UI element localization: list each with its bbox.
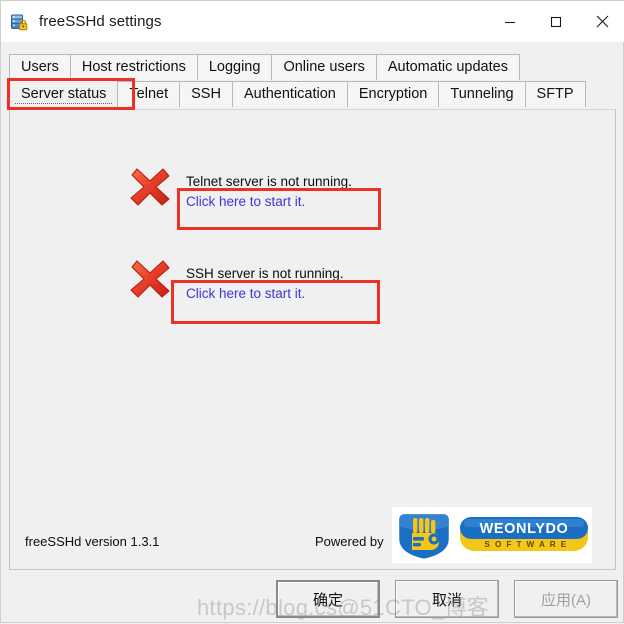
minimize-icon[interactable] xyxy=(487,1,533,42)
telnet-status-message: Telnet server is not running. xyxy=(186,174,352,189)
tab-users[interactable]: Users xyxy=(9,54,71,80)
tab-host-restrictions[interactable]: Host restrictions xyxy=(69,54,198,80)
tab-encryption[interactable]: Encryption xyxy=(346,81,440,107)
cancel-button[interactable]: 取消 xyxy=(395,580,499,618)
tab-label: SSH xyxy=(191,86,221,102)
tab-label: Users xyxy=(21,59,59,75)
red-x-icon xyxy=(127,162,173,208)
weonlydo-logo: WEONLYDO S O F T W A R E xyxy=(392,507,592,563)
close-icon[interactable] xyxy=(579,1,624,42)
tab-strip: Users Host restrictions Logging Online u… xyxy=(1,42,624,110)
tab-tunneling[interactable]: Tunneling xyxy=(438,81,526,107)
tab-focus-underline xyxy=(15,103,113,105)
tab-label: Online users xyxy=(283,59,365,75)
powered-by-label: Powered by xyxy=(315,534,384,549)
tab-sftp[interactable]: SFTP xyxy=(524,81,586,107)
weonlydo-shield-icon xyxy=(396,511,452,562)
window-controls xyxy=(487,1,624,42)
tab-automatic-updates[interactable]: Automatic updates xyxy=(375,54,520,80)
server-lock-icon xyxy=(10,12,30,32)
server-status-panel: Telnet server is not running. Click here… xyxy=(9,109,616,570)
tab-label: Encryption xyxy=(358,86,428,102)
ssh-start-link[interactable]: Click here to start it. xyxy=(186,286,305,301)
tab-row-lower: Server status Telnet SSH Authentication … xyxy=(9,80,586,108)
tab-ssh[interactable]: SSH xyxy=(179,81,233,107)
tab-logging[interactable]: Logging xyxy=(196,54,273,80)
ok-button[interactable]: 确定 xyxy=(276,580,380,618)
logo-name: WEONLYDO xyxy=(480,521,569,537)
tab-online-users[interactable]: Online users xyxy=(271,54,377,80)
red-x-icon xyxy=(127,254,173,300)
version-label: freeSSHd version 1.3.1 xyxy=(25,534,160,549)
window-title: freeSSHd settings xyxy=(39,13,162,30)
tab-server-status[interactable]: Server status xyxy=(9,80,119,108)
freesshd-settings-window: freeSSHd settings Users Host restriction… xyxy=(0,0,624,623)
apply-button: 应用(A) xyxy=(514,580,618,618)
tab-label: Logging xyxy=(208,59,261,75)
title-bar: freeSSHd settings xyxy=(1,1,624,42)
tab-row-upper: Users Host restrictions Logging Online u… xyxy=(9,53,520,80)
tab-label: Telnet xyxy=(129,86,169,102)
ssh-status-message: SSH server is not running. xyxy=(186,266,344,281)
tab-authentication[interactable]: Authentication xyxy=(231,81,348,107)
logo-tagline: S O F T W A R E xyxy=(484,540,567,549)
tab-label: SFTP xyxy=(536,86,574,102)
telnet-start-link[interactable]: Click here to start it. xyxy=(186,194,305,209)
tab-label: Tunneling xyxy=(450,86,514,102)
maximize-icon[interactable] xyxy=(533,1,579,42)
dialog-button-bar: 确定 取消 应用(A) xyxy=(1,576,624,624)
tab-label: Server status xyxy=(21,86,107,102)
tab-label: Host restrictions xyxy=(81,59,186,75)
tab-label: Authentication xyxy=(243,86,336,102)
tab-telnet[interactable]: Telnet xyxy=(117,81,181,107)
tab-label: Automatic updates xyxy=(387,59,508,75)
